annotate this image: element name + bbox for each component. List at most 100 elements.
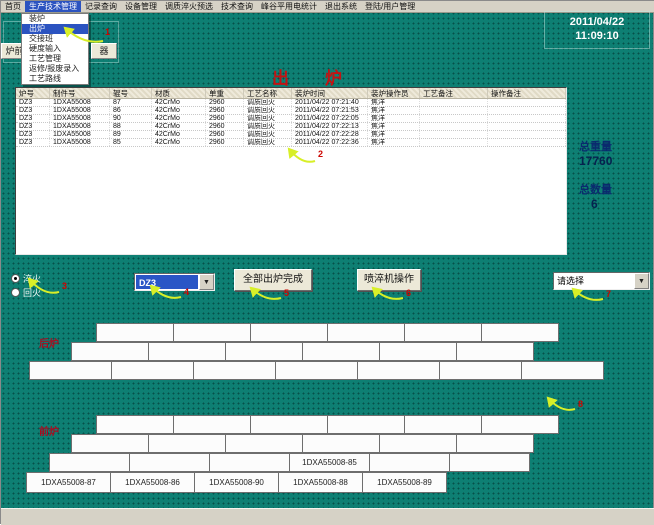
furnace-slot-empty bbox=[456, 342, 534, 361]
radio-temper-dot[interactable] bbox=[11, 288, 20, 297]
dropdown-item-5[interactable]: 返修/报废录入 bbox=[22, 64, 88, 74]
table-cell: 调质回火 bbox=[244, 99, 292, 106]
current-date: 2011/04/22 bbox=[545, 15, 649, 29]
application-window: 首页生产技术管理记录查询设备管理调质淬火预选技术查询峰谷平用电统计退出系统登陆/… bbox=[0, 0, 654, 524]
roll-select-arrow-icon[interactable]: ▼ bbox=[634, 273, 649, 289]
table-cell bbox=[488, 107, 566, 114]
table-cell: 2011/04/22 07:22:28 bbox=[292, 131, 368, 138]
dropdown-item-6[interactable]: 工艺路线 bbox=[22, 74, 88, 84]
furnace-slot-empty bbox=[302, 342, 380, 361]
furnace-slot-loaded: 1DXA55008-89 bbox=[362, 472, 447, 493]
table-cell: 2011/04/22 07:22:05 bbox=[292, 115, 368, 122]
discharge-complete-button[interactable]: 全部出炉完成 bbox=[234, 269, 312, 291]
menu-item-8[interactable]: 登陆/用户管理 bbox=[361, 1, 419, 12]
table-cell: 焦洋 bbox=[368, 131, 420, 138]
column-header[interactable]: 材质 bbox=[152, 88, 206, 98]
furnace-slot-empty bbox=[209, 453, 290, 472]
column-header[interactable]: 装炉时间 bbox=[292, 88, 368, 98]
dropdown-item-0[interactable]: 装炉 bbox=[22, 14, 88, 24]
furnace-slot-empty bbox=[439, 361, 522, 380]
table-row[interactable]: DZ31DXA550088942CrMo2960调质回火2011/04/22 0… bbox=[16, 131, 566, 139]
table-cell: 87 bbox=[110, 99, 152, 106]
annotation-number: 6 bbox=[406, 288, 411, 298]
dropdown-item-3[interactable]: 硬度输入 bbox=[22, 44, 88, 54]
column-header[interactable]: 制件号 bbox=[50, 88, 110, 98]
furnace-select-arrow-icon[interactable]: ▼ bbox=[199, 274, 214, 290]
table-cell: 1DXA55008 bbox=[50, 139, 110, 146]
furnace-slot-empty bbox=[250, 415, 328, 434]
table-cell: 2960 bbox=[206, 139, 244, 146]
menu-item-4[interactable]: 调质淬火预选 bbox=[161, 1, 217, 12]
furnace-slot-loaded: 1DXA55008-85 bbox=[289, 453, 370, 472]
table-cell: 88 bbox=[110, 123, 152, 130]
column-header[interactable]: 炉号 bbox=[16, 88, 50, 98]
dropdown-item-1[interactable]: 出炉 bbox=[22, 24, 88, 34]
furnace-slot-empty bbox=[379, 434, 457, 453]
partial-button-right[interactable]: 器 bbox=[91, 43, 117, 59]
roll-select[interactable]: 请选择 ▼ bbox=[553, 272, 650, 290]
table-row[interactable]: DZ31DXA550088542CrMo2960调质回火2011/04/22 0… bbox=[16, 139, 566, 147]
menu-item-1[interactable]: 生产技术管理 bbox=[25, 1, 81, 12]
column-header[interactable]: 辊号 bbox=[110, 88, 152, 98]
furnace-slot-empty bbox=[481, 415, 559, 434]
dropdown-item-4[interactable]: 工艺管理 bbox=[22, 54, 88, 64]
furnace-slot-empty bbox=[369, 453, 450, 472]
furnace-slot-empty bbox=[29, 361, 112, 380]
menu-item-0[interactable]: 首页 bbox=[1, 1, 25, 12]
menu-item-5[interactable]: 技术查询 bbox=[217, 1, 257, 12]
table-cell: 2960 bbox=[206, 107, 244, 114]
table-cell: 2011/04/22 07:21:40 bbox=[292, 99, 368, 106]
furnace-slot-loaded: 1DXA55008-87 bbox=[26, 472, 111, 493]
furnace-slot-empty bbox=[327, 415, 405, 434]
column-header[interactable]: 操作备注 bbox=[488, 88, 566, 98]
annotation-number: 4 bbox=[184, 287, 189, 297]
menu-item-6[interactable]: 峰谷平用电统计 bbox=[257, 1, 321, 12]
furnace-slot-empty bbox=[481, 323, 559, 342]
radio-temper[interactable]: 回火 bbox=[11, 286, 41, 299]
roll-select-placeholder: 请选择 bbox=[554, 273, 634, 289]
menu-item-3[interactable]: 设备管理 bbox=[121, 1, 161, 12]
table-cell: DZ3 bbox=[16, 139, 50, 146]
table-cell: 调质回火 bbox=[244, 131, 292, 138]
furnace-slot-empty bbox=[129, 453, 210, 472]
total-weight-label: 总重量 bbox=[579, 138, 612, 154]
furnace-slot-empty bbox=[49, 453, 130, 472]
table-cell: 焦洋 bbox=[368, 123, 420, 130]
furnace-slot-empty bbox=[193, 361, 276, 380]
dropdown-item-2[interactable]: 交接班 bbox=[22, 34, 88, 44]
window-bottom-strip bbox=[1, 508, 654, 525]
table-cell bbox=[488, 123, 566, 130]
table-row[interactable]: DZ31DXA550088642CrMo2960调质回火2011/04/22 0… bbox=[16, 107, 566, 115]
column-header[interactable]: 装炉操作员 bbox=[368, 88, 420, 98]
table-cell: 2960 bbox=[206, 131, 244, 138]
table-row[interactable]: DZ31DXA550089042CrMo2960调质回火2011/04/22 0… bbox=[16, 115, 566, 123]
quench-machine-button[interactable]: 喷淬机操作 bbox=[357, 269, 421, 291]
furnace-slot-empty bbox=[379, 342, 457, 361]
furnace-slot-empty bbox=[96, 323, 174, 342]
furnace-slot-empty bbox=[302, 434, 380, 453]
furnace-slot-empty bbox=[404, 323, 482, 342]
radio-temper-label: 回火 bbox=[23, 286, 41, 299]
discharge-table[interactable]: 炉号制件号辊号材质单重工艺名称装炉时间装炉操作员工艺备注操作备注 DZ31DXA… bbox=[15, 87, 567, 255]
table-cell: 89 bbox=[110, 131, 152, 138]
table-row[interactable]: DZ31DXA550088742CrMo2960调质回火2011/04/22 0… bbox=[16, 99, 566, 107]
furnace-select[interactable]: DZ3 ▼ bbox=[134, 273, 215, 291]
menu-item-7[interactable]: 退出系统 bbox=[321, 1, 361, 12]
menu-item-2[interactable]: 记录查询 bbox=[81, 1, 121, 12]
table-cell: 42CrMo bbox=[152, 107, 206, 114]
column-header[interactable]: 工艺备注 bbox=[420, 88, 488, 98]
furnace-slot-empty bbox=[148, 342, 226, 361]
radio-quench-dot[interactable] bbox=[11, 274, 20, 283]
column-header[interactable]: 单重 bbox=[206, 88, 244, 98]
table-cell: 42CrMo bbox=[152, 131, 206, 138]
table-cell: 1DXA55008 bbox=[50, 107, 110, 114]
table-cell bbox=[420, 139, 488, 146]
column-header[interactable]: 工艺名称 bbox=[244, 88, 292, 98]
table-cell: DZ3 bbox=[16, 99, 50, 106]
radio-quench[interactable]: 淬火 bbox=[11, 272, 41, 285]
furnace-slot-empty bbox=[71, 342, 149, 361]
table-row[interactable]: DZ31DXA550088842CrMo2960调质回火2011/04/22 0… bbox=[16, 123, 566, 131]
table-cell: 调质回火 bbox=[244, 139, 292, 146]
furnace-slot-empty bbox=[225, 342, 303, 361]
table-cell: 1DXA55008 bbox=[50, 99, 110, 106]
